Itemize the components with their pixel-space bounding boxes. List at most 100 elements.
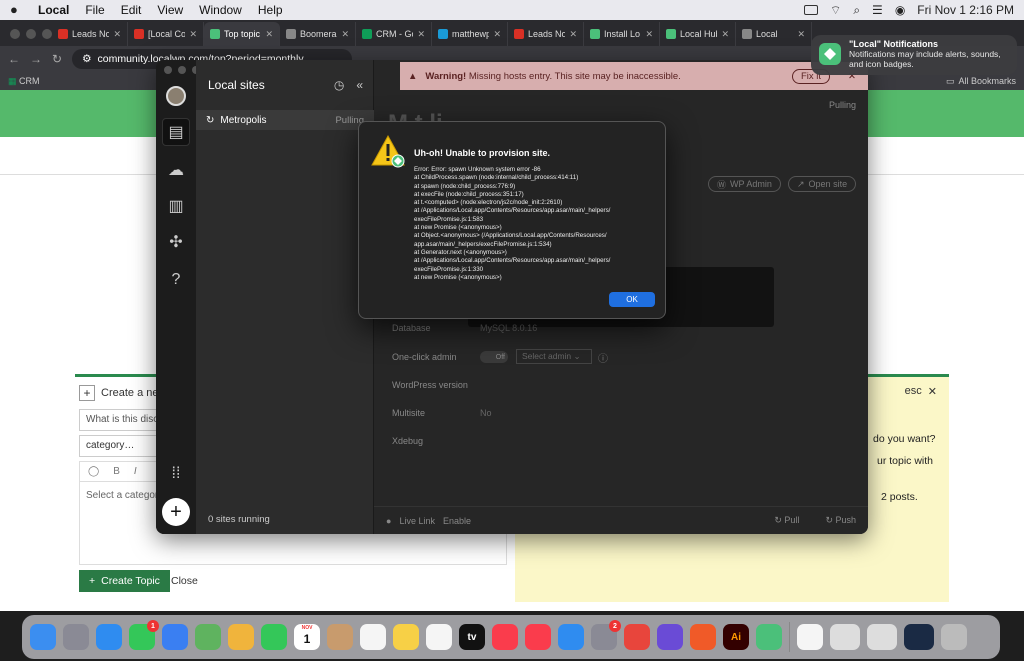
open-site-button[interactable]: ↗ Open site [788,176,857,192]
browser-tab[interactable]: Local Hub ✕ [660,22,736,46]
browser-tab[interactable]: Local ✕ [736,22,812,46]
close-tab-icon[interactable]: ✕ [189,29,197,40]
wifi-icon[interactable]: ⌔ [830,3,841,18]
push-button[interactable]: ↻ Push [825,515,856,526]
freeform-icon[interactable] [426,624,452,650]
close-tab-icon[interactable]: ✕ [265,29,273,40]
menu-view[interactable]: View [157,3,183,17]
browser-tab[interactable]: Install Lo ✕ [584,22,660,46]
control-center-icon[interactable]: ☰ [872,3,883,17]
menu-clock[interactable]: Fri Nov 1 2:16 PM [917,3,1014,17]
screen-recorder-icon[interactable] [657,624,683,650]
contacts-icon[interactable] [327,624,353,650]
close-tab-icon[interactable]: ✕ [113,29,121,40]
menu-app-name[interactable]: Local [38,3,69,17]
blueprints-icon[interactable]: ▥ [162,192,190,220]
close-tab-icon[interactable]: ✕ [341,29,349,40]
quote-icon[interactable]: ◯ [88,466,99,477]
sites-icon[interactable]: ▤ [162,118,190,146]
local-icon[interactable] [756,624,782,650]
calendar-icon[interactable]: NOV 1 [294,624,320,650]
bold-icon[interactable]: B [113,466,120,477]
site-info-icon[interactable]: ⚙ [82,53,91,65]
back-icon[interactable]: ← [8,52,20,66]
close-tab-icon[interactable]: ✕ [569,29,577,40]
close-window-icon[interactable] [10,29,20,39]
browser-tab[interactable]: matthewp ✕ [432,22,508,46]
search-icon[interactable]: ⌕ [853,3,860,18]
brave-icon[interactable] [690,624,716,650]
photos-icon[interactable] [228,624,254,650]
menu-edit[interactable]: Edit [121,3,142,17]
zoom-window-icon[interactable] [42,29,52,39]
preview-icon[interactable] [797,624,823,650]
reload-icon[interactable]: ↻ [52,52,62,66]
apple-icon[interactable]: ● [10,3,24,17]
music-icon[interactable] [492,624,518,650]
minimize-window-icon[interactable] [26,29,36,39]
add-site-button[interactable]: + [162,498,190,526]
clock-icon[interactable]: ◷ [334,78,344,92]
chrome-icon[interactable] [624,624,650,650]
illustrator-icon[interactable]: Ai [723,624,749,650]
pull-button[interactable]: ↻ Pull [774,515,799,526]
avatar[interactable] [166,86,186,106]
esc-close[interactable]: esc ✕ [905,385,937,398]
notes-icon[interactable] [393,624,419,650]
recent-document-icon[interactable] [867,624,897,650]
app-store-icon[interactable] [558,624,584,650]
enable-live-link[interactable]: Enable [443,516,471,526]
close-composer-link[interactable]: Close [171,575,198,587]
close-tab-icon[interactable]: ✕ [721,29,729,40]
close-window-icon[interactable] [164,66,172,74]
safari-icon[interactable] [96,624,122,650]
recent-window-icon[interactable] [904,624,934,650]
bookmark-crm[interactable]: ▦ CRM [8,76,40,87]
recent-document-icon[interactable] [830,624,860,650]
system-settings-icon[interactable]: 2 [591,620,621,650]
reminders-icon[interactable] [360,624,386,650]
tv-icon[interactable]: tv [459,624,485,650]
maps-icon[interactable] [195,624,221,650]
finder-icon[interactable] [30,624,56,650]
menu-help[interactable]: Help [258,3,283,17]
menu-file[interactable]: File [85,3,104,17]
siri-icon[interactable]: ◉ [895,3,905,17]
addons-icon[interactable]: ✣ [162,228,190,256]
close-tab-icon[interactable]: ✕ [493,29,501,40]
browser-tab[interactable]: CRM - Go ✕ [356,22,432,46]
notification-banner[interactable]: "Local" Notifications Notifications may … [811,35,1017,75]
browser-tab[interactable]: Leads No ✕ [52,22,128,46]
trash-icon[interactable] [941,624,967,650]
cloud-icon[interactable]: ☁ [162,156,190,184]
forward-icon[interactable]: → [30,52,42,66]
browser-tab[interactable]: Top topic ✕ [204,22,280,46]
minimize-window-icon[interactable] [178,66,186,74]
one-click-admin-toggle[interactable]: Off [480,351,508,363]
close-tab-icon[interactable]: ✕ [417,29,425,40]
wp-admin-button[interactable]: Ⓦ WP Admin [708,176,781,192]
browser-tab[interactable]: Leads No ✕ [508,22,584,46]
battery-icon[interactable] [804,5,819,15]
menu-window[interactable]: Window [199,3,242,17]
italic-icon[interactable]: I [134,466,137,477]
messages-icon[interactable]: 1 [129,620,159,650]
select-admin-dropdown[interactable]: Select admin ⌄ [516,349,592,364]
close-tab-icon[interactable]: ✕ [645,29,653,40]
help-icon[interactable]: ? [162,266,190,294]
notification-body: Notifications may include alerts, sounds… [849,49,1001,69]
create-topic-button[interactable]: + Create Topic [79,570,170,592]
all-bookmarks[interactable]: ▭ All Bookmarks [946,76,1016,87]
collapse-icon[interactable]: « [356,78,363,92]
launchpad-icon[interactable] [63,624,89,650]
mail-icon[interactable] [162,624,188,650]
facetime-icon[interactable] [261,624,287,650]
site-row-metropolis[interactable]: ↻ Metropolis Pulling [196,110,374,130]
info-icon[interactable]: ⓘ [598,350,608,365]
ok-button[interactable]: OK [609,292,655,307]
apps-grid-icon[interactable]: ⁞⁞ [162,460,190,488]
browser-tab[interactable]: [Local Co ✕ [128,22,204,46]
close-tab-icon[interactable]: ✕ [797,29,805,40]
news-icon[interactable] [525,624,551,650]
browser-tab[interactable]: Boomerar ✕ [280,22,356,46]
